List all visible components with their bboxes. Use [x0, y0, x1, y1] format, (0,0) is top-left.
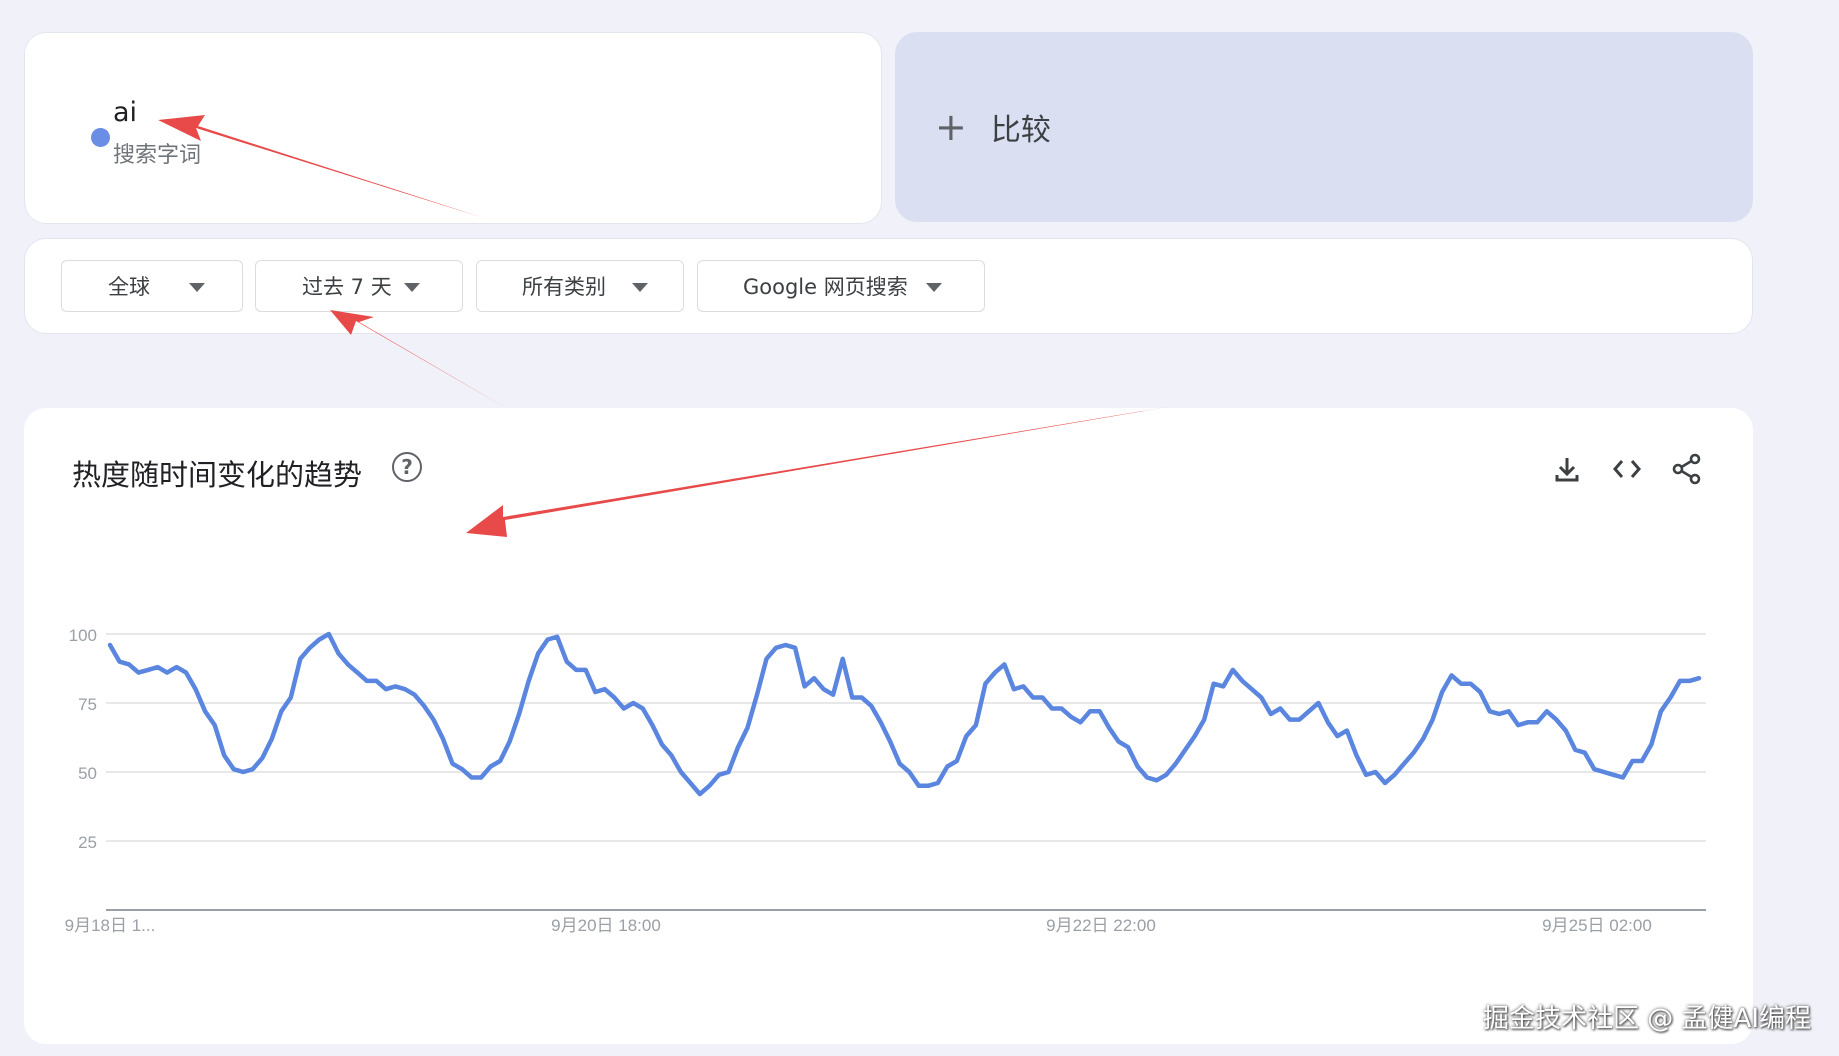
x-tick-label: 9月25日 02:00 [1542, 916, 1652, 935]
y-tick-label: 50 [78, 764, 97, 783]
x-tick-label: 9月22日 22:00 [1046, 916, 1156, 935]
series-line [107, 631, 1702, 797]
y-tick-label: 25 [78, 833, 97, 852]
x-tick-label: 9月20日 18:00 [551, 916, 661, 935]
y-tick-label: 75 [78, 695, 97, 714]
x-tick-label: 9月18日 1... [65, 916, 156, 935]
watermark: 掘金技术社区 @ 孟健AI编程 [1483, 1004, 1811, 1034]
y-tick-label: 100 [69, 626, 97, 645]
trend-line-chart: 100 75 50 25 9月18日 1... 9月20日 18:00 9月22日 22:0… [65, 626, 1706, 935]
